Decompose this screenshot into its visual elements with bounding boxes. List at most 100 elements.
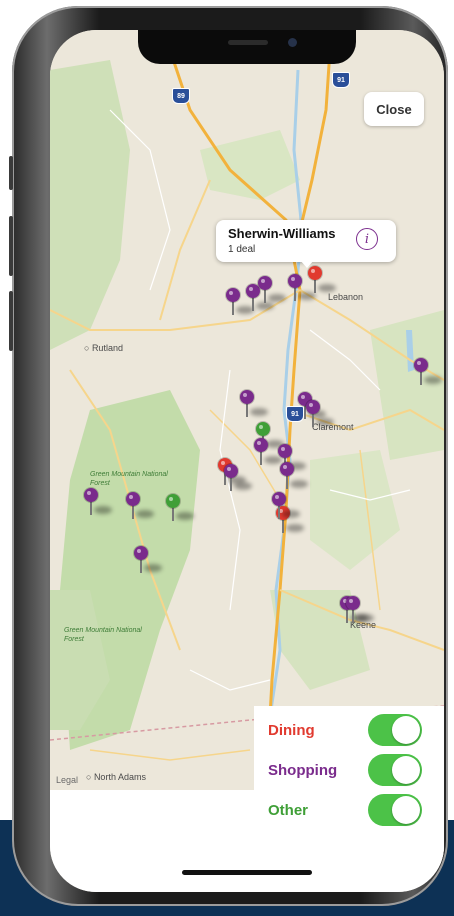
shopping-toggle[interactable] [368, 754, 422, 786]
pin-shadow [424, 376, 442, 384]
map-pin-shopping[interactable] [224, 464, 252, 491]
pin-shadow [298, 292, 316, 300]
home-indicator [182, 870, 312, 875]
pin-head [346, 596, 360, 610]
front-camera [288, 38, 297, 47]
speaker-grille [228, 40, 268, 45]
callout-subtitle: 1 deal [228, 244, 256, 255]
pin-stem [246, 403, 248, 417]
pin-stem [420, 371, 422, 385]
pin-head [166, 494, 180, 508]
pin-stem [352, 609, 354, 623]
pin-stem [90, 501, 92, 515]
pin-shadow [234, 482, 252, 490]
pin-head [126, 492, 140, 506]
pin-stem [260, 451, 262, 465]
pin-stem [314, 279, 316, 293]
pin-head [254, 438, 268, 452]
info-circle-icon[interactable]: i [356, 228, 378, 250]
toggle-knob [392, 716, 420, 744]
toggle-knob [392, 756, 420, 784]
filter-label-shopping: Shopping [268, 762, 338, 779]
filter-label-other: Other [268, 802, 309, 819]
map-pin-shopping[interactable] [126, 492, 154, 519]
phone-frame: 89 91 91 91 ○ Rutland Lebanon Claremont … [9, 6, 448, 906]
volume-down-button [9, 291, 13, 351]
pin-head [308, 266, 322, 280]
filter-row-other: Other [254, 792, 444, 832]
pin-stem [132, 505, 134, 519]
pin-stem [294, 287, 296, 301]
pin-stem [264, 289, 266, 303]
map-pin-shopping[interactable] [258, 276, 286, 303]
pin-shadow [286, 524, 304, 532]
pin-head [240, 390, 254, 404]
pin-head [226, 288, 240, 302]
pin-stem [230, 477, 232, 491]
map-label-rutland: ○ Rutland [84, 343, 123, 353]
pin-shadow [250, 408, 268, 416]
map-pin-shopping[interactable] [288, 274, 316, 301]
pin-shadow [282, 510, 300, 518]
map-pin-dining[interactable] [308, 266, 336, 293]
map-pin-shopping[interactable] [414, 358, 442, 385]
pin-shadow [290, 480, 308, 488]
pin-shadow [144, 564, 162, 572]
pin-head [84, 488, 98, 502]
pin-head [306, 400, 320, 414]
pin-shadow [176, 512, 194, 520]
map-pin-shopping[interactable] [346, 596, 374, 623]
volume-up-button [9, 216, 13, 276]
toggle-knob [392, 796, 420, 824]
map-pin-shopping[interactable] [226, 288, 254, 315]
pin-head [288, 274, 302, 288]
pin-stem [278, 505, 280, 519]
map-pin-other[interactable] [166, 494, 194, 521]
phone-notch [138, 30, 356, 64]
pin-shadow [318, 284, 336, 292]
map-pin-shopping[interactable] [306, 400, 334, 427]
filter-label-dining: Dining [268, 722, 315, 739]
map-pin-shopping[interactable] [254, 438, 282, 465]
close-button[interactable]: Close [364, 92, 424, 126]
pin-shadow [256, 302, 274, 310]
phone-screen: 89 91 91 91 ○ Rutland Lebanon Claremont … [50, 30, 444, 892]
pin-stem [252, 297, 254, 311]
map-pin-shopping[interactable] [134, 546, 162, 573]
map-label-forest-south: Green Mountain National Forest [64, 627, 142, 643]
pin-head [272, 492, 286, 506]
map-label-forest-north: Green Mountain National Forest [90, 471, 168, 487]
filter-row-dining: Dining [254, 712, 444, 752]
category-filter-panel: Dining Shopping Other [254, 706, 444, 866]
map-view[interactable]: 89 91 91 91 ○ Rutland Lebanon Claremont … [50, 30, 444, 798]
other-toggle[interactable] [368, 794, 422, 826]
deal-callout[interactable]: Sherwin-Williams 1 deal i [216, 220, 396, 268]
pin-shadow [316, 418, 334, 426]
pin-stem [282, 519, 284, 533]
dining-toggle[interactable] [368, 714, 422, 746]
pin-stem [286, 475, 288, 489]
pin-head [414, 358, 428, 372]
map-pin-shopping[interactable] [240, 390, 268, 417]
map-label-north-adams: ○ North Adams [86, 772, 146, 782]
pin-head [134, 546, 148, 560]
pin-shadow [356, 614, 374, 622]
legal-link[interactable]: Legal [56, 775, 78, 785]
pin-head [224, 464, 238, 478]
filter-row-shopping: Shopping [254, 752, 444, 792]
pin-stem [232, 301, 234, 315]
pin-shadow [136, 510, 154, 518]
map-pin-shopping[interactable] [84, 488, 112, 515]
mute-switch [9, 156, 13, 190]
map-pin-shopping[interactable] [272, 492, 300, 519]
callout-tail [300, 260, 314, 268]
pin-shadow [94, 506, 112, 514]
pin-stem [312, 413, 314, 427]
pin-stem [172, 507, 174, 521]
map-pin-shopping[interactable] [280, 462, 308, 489]
pin-head [280, 462, 294, 476]
interstate-91-shield: 91 [332, 72, 350, 88]
pin-shadow [268, 294, 286, 302]
pin-head [278, 444, 292, 458]
map-label-lebanon: Lebanon [328, 292, 364, 302]
